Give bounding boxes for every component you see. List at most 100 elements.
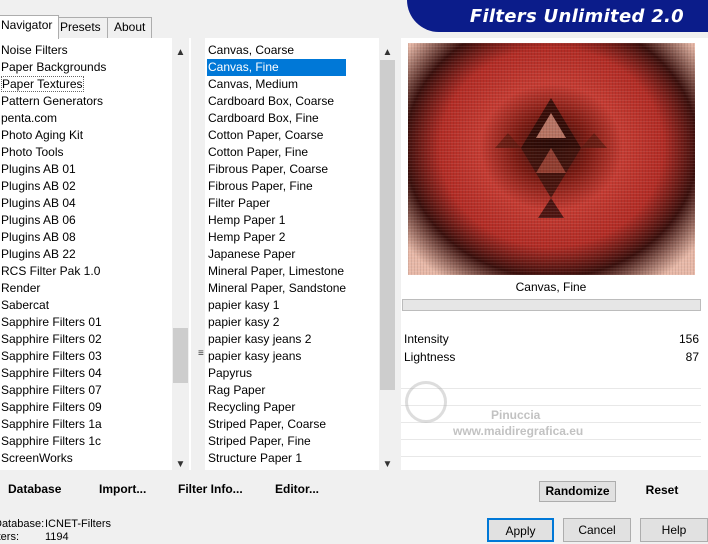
- scroll-down-icon[interactable]: ▼: [379, 456, 396, 470]
- apply-button[interactable]: Apply: [487, 518, 554, 542]
- scroll-thumb[interactable]: [173, 328, 188, 383]
- watermark-logo-icon: [405, 381, 447, 423]
- filter-item[interactable]: Rag Paper: [207, 382, 346, 399]
- category-item[interactable]: Sapphire Filters 1a: [0, 416, 106, 433]
- category-item[interactable]: Sapphire Filters 09: [0, 399, 106, 416]
- filter-item[interactable]: Fibrous Paper, Coarse: [207, 161, 346, 178]
- category-item[interactable]: Sabercat: [0, 297, 106, 314]
- watermark: Pinuccia www.maidiregrafica.eu: [453, 408, 583, 438]
- category-item-label: Paper Backgrounds: [1, 60, 107, 74]
- filter-item-label: Rag Paper: [208, 383, 266, 397]
- filter-item-label: papier kasy 1: [208, 298, 280, 312]
- filter-item[interactable]: Cardboard Box, Coarse: [207, 93, 346, 110]
- filter-item[interactable]: Cotton Paper, Coarse: [207, 127, 346, 144]
- tab-navigator[interactable]: Navigator: [0, 15, 60, 39]
- category-item[interactable]: Plugins AB 04: [0, 195, 106, 212]
- scroll-up-icon[interactable]: ▲: [172, 44, 189, 61]
- category-list[interactable]: Noise Filters Paper Backgrounds Paper Text…: [0, 42, 106, 467]
- filter-info-button[interactable]: Filter Info...: [178, 482, 243, 496]
- filter-item-label: Canvas, Fine: [208, 60, 279, 74]
- category-item-label: Sapphire Filters 09: [1, 400, 102, 414]
- filter-item-label: Mineral Paper, Limestone: [208, 264, 345, 278]
- filter-item[interactable]: Hemp Paper 1: [207, 212, 346, 229]
- filter-item[interactable]: Mineral Paper, Limestone: [207, 263, 346, 280]
- cancel-button[interactable]: Cancel: [563, 518, 631, 542]
- filter-item[interactable]: Hemp Paper 2: [207, 229, 346, 246]
- filter-item[interactable]: papier kasy 2: [207, 314, 346, 331]
- database-button[interactable]: Database: [8, 482, 61, 496]
- filter-item-label: Japanese Paper: [208, 247, 296, 261]
- category-item-label: Sapphire Filters 04: [1, 366, 102, 380]
- param-lightness[interactable]: Lightness 87: [401, 349, 701, 366]
- category-item[interactable]: Sapphire Filters 02: [0, 331, 106, 348]
- category-item-label: Sapphire Filters 1a: [1, 417, 102, 431]
- category-item[interactable]: Sapphire Filters 03: [0, 348, 106, 365]
- param-slot: [401, 372, 701, 389]
- editor-button[interactable]: Editor...: [275, 482, 319, 496]
- filter-item[interactable]: Striped Paper, Coarse: [207, 416, 346, 433]
- category-item[interactable]: Pattern Generators: [0, 93, 106, 110]
- param-intensity[interactable]: Intensity 156: [401, 331, 701, 348]
- filter-item[interactable]: Canvas, Coarse: [207, 42, 346, 59]
- scroll-thumb[interactable]: [380, 60, 395, 390]
- category-item-label: Plugins AB 08: [1, 230, 76, 244]
- category-item[interactable]: Plugins AB 06: [0, 212, 106, 229]
- category-item-label: Sapphire Filters 1c: [1, 434, 102, 448]
- filter-item[interactable]: Fibrous Paper, Fine: [207, 178, 346, 195]
- filter-item[interactable]: Japanese Paper: [207, 246, 346, 263]
- filter-item-label: Cotton Paper, Coarse: [208, 128, 324, 142]
- reset-button[interactable]: Reset: [628, 481, 696, 502]
- filter-item[interactable]: Striped Paper, Fine: [207, 433, 346, 450]
- category-item-label: RCS Filter Pak 1.0: [1, 264, 101, 278]
- filter-item[interactable]: Papyrus: [207, 365, 346, 382]
- scroll-up-icon[interactable]: ▲: [379, 44, 396, 61]
- category-item[interactable]: Sapphire Filters 01: [0, 314, 106, 331]
- category-item[interactable]: Sapphire Filters 1c: [0, 433, 106, 450]
- category-item[interactable]: Plugins AB 01: [0, 161, 106, 178]
- category-item-label: Sapphire Filters 02: [1, 332, 102, 346]
- help-button[interactable]: Help: [640, 518, 708, 542]
- category-item-label: Photo Tools: [1, 145, 64, 159]
- filter-item[interactable]: Cardboard Box, Fine: [207, 110, 346, 127]
- category-item[interactable]: ScreenWorks: [0, 450, 106, 467]
- category-scrollbar[interactable]: ▲ ▼: [172, 38, 189, 470]
- filter-item[interactable]: Canvas, Medium: [207, 76, 346, 93]
- category-item[interactable]: Paper Textures: [0, 76, 106, 93]
- filter-item-label: Cardboard Box, Coarse: [208, 94, 335, 108]
- filter-item[interactable]: Structure Paper 1: [207, 450, 346, 467]
- category-list-panel: Noise Filters Paper Backgrounds Paper Text…: [0, 38, 191, 470]
- category-item[interactable]: RCS Filter Pak 1.0: [0, 263, 106, 280]
- category-item[interactable]: Render: [0, 280, 106, 297]
- grip-icon[interactable]: ≡: [198, 349, 204, 364]
- filter-item[interactable]: Canvas, Fine: [207, 59, 347, 76]
- filter-list[interactable]: Canvas, Coarse Canvas, Fine Canvas, Medium…: [207, 42, 347, 467]
- category-item[interactable]: Noise Filters: [0, 42, 106, 59]
- preview-panel: Canvas, Fine Intensity 156 Lightness 87 …: [401, 38, 708, 470]
- category-item[interactable]: Sapphire Filters 04: [0, 365, 106, 382]
- filter-item[interactable]: papier kasy jeans 2: [207, 331, 346, 348]
- category-item[interactable]: Photo Aging Kit: [0, 127, 106, 144]
- filter-item[interactable]: papier kasy jeans: [207, 348, 346, 365]
- randomize-button[interactable]: Randomize: [539, 481, 616, 502]
- filter-item-label: Canvas, Coarse: [208, 43, 295, 57]
- category-item[interactable]: Plugins AB 08: [0, 229, 106, 246]
- filter-item[interactable]: Mineral Paper, Sandstone: [207, 280, 346, 297]
- filter-item-label: Striped Paper, Coarse: [208, 417, 327, 431]
- category-item[interactable]: penta.com: [0, 110, 106, 127]
- category-item[interactable]: Sapphire Filters 07: [0, 382, 106, 399]
- category-item[interactable]: Plugins AB 02: [0, 178, 106, 195]
- filter-item-label: Fibrous Paper, Fine: [208, 179, 313, 193]
- import-button[interactable]: Import...: [99, 482, 146, 496]
- tab-presets[interactable]: Presets: [53, 17, 108, 38]
- category-item[interactable]: Plugins AB 22: [0, 246, 106, 263]
- preview-filter-name: Canvas, Fine: [515, 280, 587, 294]
- filter-item[interactable]: Recycling Paper: [207, 399, 346, 416]
- filter-item[interactable]: Cotton Paper, Fine: [207, 144, 346, 161]
- filter-scrollbar[interactable]: ▲ ▼: [379, 38, 396, 470]
- category-item[interactable]: Paper Backgrounds: [0, 59, 106, 76]
- filter-item[interactable]: Filter Paper: [207, 195, 346, 212]
- tab-about[interactable]: About: [107, 17, 153, 38]
- filter-item[interactable]: papier kasy 1: [207, 297, 346, 314]
- scroll-down-icon[interactable]: ▼: [172, 456, 189, 470]
- category-item[interactable]: Photo Tools: [0, 144, 106, 161]
